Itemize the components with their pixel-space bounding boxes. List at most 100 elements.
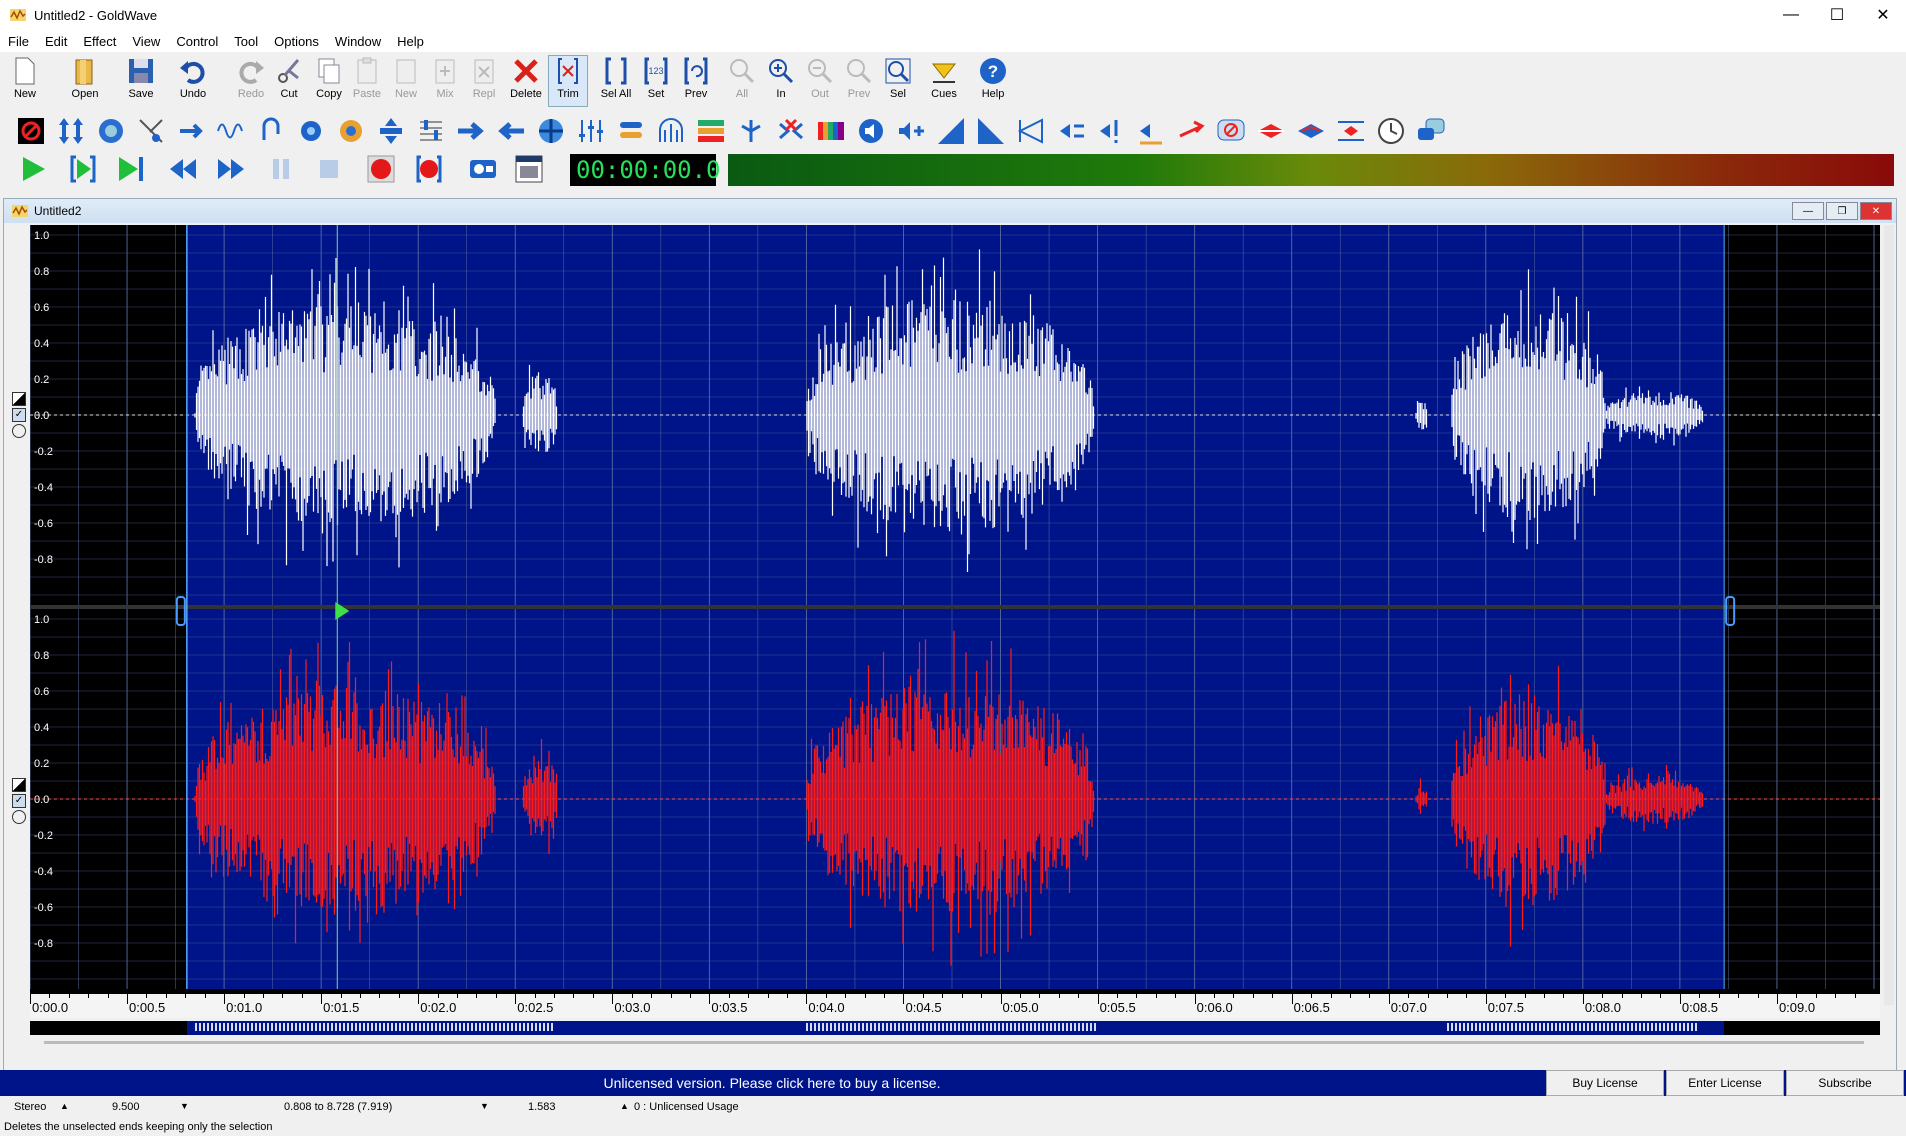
buy-license-button[interactable]: Buy License xyxy=(1546,1070,1664,1096)
effect-fade-in-icon[interactable] xyxy=(936,116,966,146)
document-restore-button[interactable]: ❐ xyxy=(1826,202,1858,220)
effect-offset-icon[interactable] xyxy=(176,116,206,146)
cues-button[interactable]: Cues xyxy=(925,56,963,106)
paste-button[interactable]: Paste xyxy=(348,56,386,106)
redo-button[interactable]: Redo xyxy=(232,56,270,106)
maximize-button[interactable]: ☐ xyxy=(1814,0,1860,30)
menu-effect[interactable]: Effect xyxy=(75,34,124,49)
effect-invert-icon[interactable] xyxy=(256,116,286,146)
select-all-button[interactable]: Sel All xyxy=(597,56,635,106)
length-dropdown-icon[interactable]: ▼ xyxy=(180,1101,189,1111)
menu-window[interactable]: Window xyxy=(327,34,389,49)
control-properties-icon[interactable] xyxy=(514,154,544,184)
effect-resample-icon[interactable] xyxy=(536,116,566,146)
document-minimize-button[interactable]: — xyxy=(1792,202,1824,220)
right-channel-checkbox[interactable]: ✓ xyxy=(12,794,26,808)
effect-equalizer-icon[interactable] xyxy=(416,116,446,146)
menu-control[interactable]: Control xyxy=(168,34,226,49)
copy-button[interactable]: Copy xyxy=(310,56,348,106)
vertical-scrollbar[interactable] xyxy=(1884,225,1894,1005)
effect-pop-click-icon[interactable] xyxy=(1256,116,1286,146)
zoom-out-button[interactable]: Out xyxy=(801,56,839,106)
effect-compressor-icon[interactable] xyxy=(576,116,606,146)
effect-echo-icon[interactable] xyxy=(96,116,126,146)
selection-dropdown-icon[interactable]: ▼ xyxy=(480,1101,489,1111)
effect-time-warp-icon[interactable] xyxy=(1376,116,1406,146)
save-button[interactable]: Save xyxy=(122,56,160,106)
position-up-icon[interactable]: ▲ xyxy=(620,1101,629,1111)
open-button[interactable]: Open xyxy=(66,56,104,106)
effect-fade-edge-icon[interactable] xyxy=(1016,116,1046,146)
zoom-all-button[interactable]: All xyxy=(723,56,761,106)
effect-volume-up-icon[interactable] xyxy=(896,116,926,146)
previous-selection-button[interactable]: Prev xyxy=(677,56,715,106)
effect-silence-icon[interactable] xyxy=(736,116,766,146)
rewind-icon[interactable] xyxy=(168,154,198,184)
horizontal-scrollbar[interactable] xyxy=(44,1041,1864,1044)
play-to-end-icon[interactable] xyxy=(116,154,146,184)
effect-flanger-icon[interactable] xyxy=(336,116,366,146)
effect-doppler-icon[interactable] xyxy=(1296,116,1326,146)
overview-bar[interactable] xyxy=(30,1021,1880,1035)
record-icon[interactable] xyxy=(366,154,396,184)
license-message[interactable]: Unlicensed version. Please click here to… xyxy=(0,1070,1544,1096)
undo-button[interactable]: Undo xyxy=(174,56,212,106)
effect-gear-icon[interactable] xyxy=(296,116,326,146)
menu-options[interactable]: Options xyxy=(266,34,327,49)
effect-maximize-icon[interactable] xyxy=(1096,116,1126,146)
left-channel-checkbox[interactable]: ✓ xyxy=(12,408,26,422)
close-button[interactable]: ✕ xyxy=(1860,0,1906,30)
enter-license-button[interactable]: Enter License xyxy=(1666,1070,1784,1096)
effect-insert-silence-icon[interactable] xyxy=(1176,116,1206,146)
effect-fade-out-icon[interactable] xyxy=(976,116,1006,146)
menu-help[interactable]: Help xyxy=(389,34,432,49)
effect-noise-reduction-icon[interactable] xyxy=(1216,116,1246,146)
menu-file[interactable]: File xyxy=(0,34,37,49)
zoom-in-button[interactable]: In xyxy=(762,56,800,106)
subscribe-button[interactable]: Subscribe xyxy=(1786,1070,1904,1096)
effect-wave-icon[interactable] xyxy=(216,116,246,146)
paste-new-button[interactable]: New xyxy=(387,56,425,106)
effect-pitch-icon[interactable] xyxy=(1136,116,1166,146)
effect-spectrum-icon[interactable] xyxy=(696,116,726,146)
effect-crop-noise-icon[interactable] xyxy=(776,116,806,146)
record-selection-icon[interactable] xyxy=(414,154,444,184)
waveform-display[interactable]: 1.0 0.8 0.6 0.4 0.2 0.0 -0.2 -0.4 -0.6 -0.8 1.0 0.8… xyxy=(30,225,1880,993)
effect-speech-icon[interactable] xyxy=(1416,116,1446,146)
effect-mechanize-icon[interactable] xyxy=(1336,116,1366,146)
menu-tool[interactable]: Tool xyxy=(226,34,266,49)
time-ruler[interactable]: 0:00.0 0:00.5 0:01.0 0:01.5 0:02.0 0:02.5 0:03… xyxy=(30,993,1880,1018)
zoom-selection-button[interactable]: Sel xyxy=(879,56,917,106)
channels-dropdown-icon[interactable]: ▲ xyxy=(60,1101,69,1111)
trim-button[interactable]: Trim xyxy=(548,55,588,107)
effect-reverse-icon[interactable] xyxy=(496,116,526,146)
document-close-button[interactable]: ✕ xyxy=(1860,202,1892,220)
pause-icon[interactable] xyxy=(266,154,296,184)
effect-balance-icon[interactable] xyxy=(616,116,646,146)
play-selection-icon[interactable] xyxy=(68,154,98,184)
status-length[interactable]: 9.500 xyxy=(112,1101,140,1113)
minimize-button[interactable]: — xyxy=(1768,0,1814,30)
effect-expand-icon[interactable] xyxy=(376,116,406,146)
zoom-previous-button[interactable]: Prev xyxy=(840,56,878,106)
device-controls-icon[interactable] xyxy=(468,154,498,184)
mix-button[interactable]: Mix xyxy=(426,56,464,106)
help-button[interactable]: ? Help xyxy=(974,56,1012,106)
play-icon[interactable] xyxy=(18,154,48,184)
stop-icon[interactable] xyxy=(314,154,344,184)
effect-filter-icon[interactable] xyxy=(136,116,166,146)
new-button[interactable]: New xyxy=(6,56,44,106)
effect-matcher-icon[interactable] xyxy=(1056,116,1086,146)
effect-stop-icon[interactable] xyxy=(16,116,46,146)
right-channel-radio[interactable] xyxy=(12,810,26,824)
status-selection[interactable]: 0.808 to 8.728 (7.919) xyxy=(284,1101,392,1113)
left-channel-radio[interactable] xyxy=(12,424,26,438)
effect-reverb-icon[interactable] xyxy=(656,116,686,146)
effect-color-bars-icon[interactable] xyxy=(816,116,846,146)
effect-forward-icon[interactable] xyxy=(456,116,486,146)
set-button[interactable]: 123 Set xyxy=(637,56,675,106)
menu-view[interactable]: View xyxy=(124,34,168,49)
replace-button[interactable]: Repl xyxy=(465,56,503,106)
status-channels[interactable]: Stereo xyxy=(14,1101,46,1113)
cut-button[interactable]: Cut xyxy=(270,56,308,106)
